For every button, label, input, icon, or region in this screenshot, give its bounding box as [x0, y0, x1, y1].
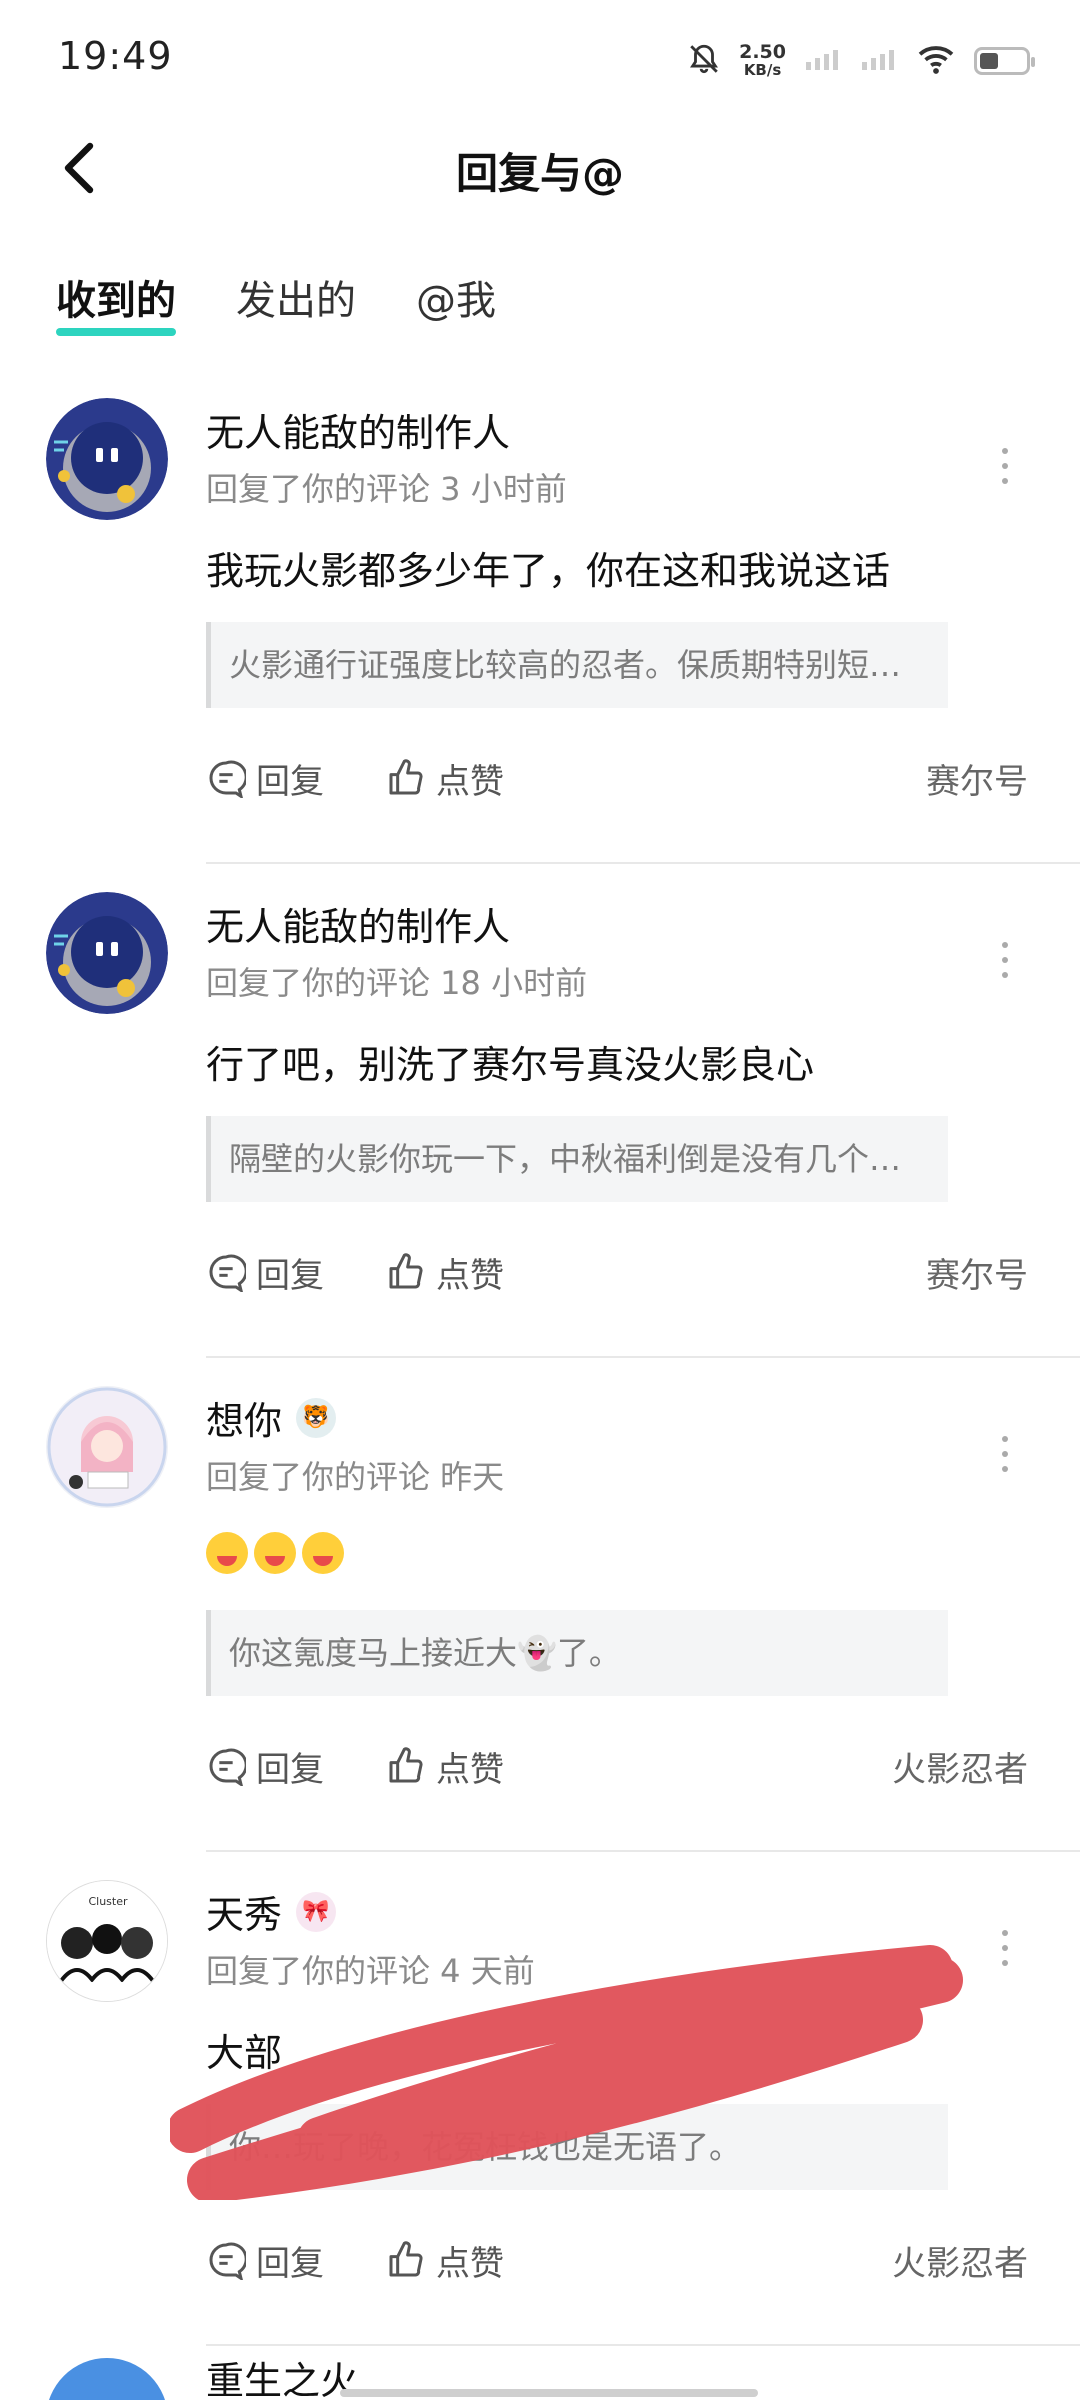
wifi-icon — [916, 43, 956, 79]
svg-text:Cluster: Cluster — [88, 1895, 128, 1908]
tab-bar: 收到的 发出的 @我 — [56, 268, 496, 336]
comment-meta: 回复了你的评论 4 天前 — [206, 1952, 535, 1990]
reply-label: 回复 — [256, 761, 324, 802]
like-label: 点赞 — [436, 2243, 504, 2284]
reply-button[interactable]: 回复 — [206, 2236, 324, 2285]
comment-meta: 回复了你的评论 18 小时前 — [206, 964, 588, 1002]
user-name[interactable]: 重生之火 — [206, 2350, 358, 2400]
comment-actions: 回复 点赞 赛尔号 — [206, 750, 1028, 806]
source-tag[interactable]: 赛尔号 — [926, 1248, 1028, 1297]
like-button[interactable]: 点赞 — [386, 1248, 504, 1297]
crying-emoji-icon — [206, 1531, 248, 1574]
comment-text: 我玩火影都多少年了，你在这和我说这话 — [206, 549, 891, 593]
manga-group-avatar-icon: Cluster — [47, 1881, 167, 2001]
thumbs-up-icon — [389, 2241, 423, 2277]
reply-bubble-icon — [209, 2242, 246, 2280]
reply-label: 回复 — [256, 2243, 324, 2284]
reply-label: 回复 — [256, 1255, 324, 1296]
user-name[interactable]: 天秀 — [206, 1884, 282, 1939]
more-menu-button[interactable] — [990, 1424, 1020, 1484]
source-tag[interactable]: 火影忍者 — [892, 2236, 1028, 2285]
quoted-comment[interactable]: 你这氪度马上接近大👻了。 — [206, 1610, 948, 1696]
battery-icon — [974, 47, 1035, 75]
anime-girl-avatar-icon — [47, 1387, 167, 1507]
speed-value: 2.50 — [739, 41, 786, 63]
comment-meta: 回复了你的评论 昨天 — [206, 1458, 505, 1496]
crying-emoji-icon — [302, 1531, 344, 1574]
robot-avatar-icon — [46, 892, 168, 1014]
like-button[interactable]: 点赞 — [386, 754, 504, 803]
comment-text: 行了吧，别洗了赛尔号真没火影良心 — [206, 1043, 815, 1087]
thumbs-up-icon — [389, 1253, 423, 1289]
header: 回复与@ — [0, 110, 1080, 230]
comment-actions: 回复 点赞 火影忍者 — [206, 1738, 1028, 1794]
comment-actions: 回复 点赞 火影忍者 — [206, 2232, 1028, 2288]
avatar[interactable] — [46, 398, 168, 520]
comment-list: 无人能敌的制作人 回复了你的评论 3 小时前 我玩火影都多少年了，你在这和我说这… — [0, 370, 1080, 2346]
more-menu-button[interactable] — [990, 436, 1020, 496]
reply-bubble-icon — [209, 760, 246, 798]
thumbs-up-icon — [389, 759, 423, 795]
name-row: 无人能敌的制作人 — [206, 402, 510, 457]
avatar[interactable] — [46, 1386, 168, 1508]
tab-received[interactable]: 收到的 — [56, 268, 176, 336]
reply-button[interactable]: 回复 — [206, 1248, 324, 1297]
tab-sent[interactable]: 发出的 — [236, 268, 356, 336]
name-row: 无人能敌的制作人 — [206, 896, 510, 951]
user-name[interactable]: 无人能敌的制作人 — [206, 896, 510, 951]
reply-label: 回复 — [256, 1749, 324, 1790]
user-badge-icon: 🎀 — [296, 1891, 337, 1932]
user-name[interactable]: 想你 — [206, 1390, 282, 1445]
comment-item[interactable]: 无人能敌的制作人 回复了你的评论 18 小时前 行了吧，别洗了赛尔号真没火影良心… — [0, 864, 1080, 1358]
status-bar: 19:49 2.50 KB/s — [0, 0, 1080, 110]
comment-item[interactable]: 想你 🐯 回复了你的评论 昨天 你这氪度马上接近大👻了。 回复 点赞 火影忍者 — [0, 1358, 1080, 1852]
comment-text — [206, 1528, 350, 1574]
comment-item[interactable]: 无人能敌的制作人 回复了你的评论 3 小时前 我玩火影都多少年了，你在这和我说这… — [0, 370, 1080, 864]
like-button[interactable]: 点赞 — [386, 1742, 504, 1791]
name-row: 想你 🐯 — [206, 1390, 337, 1445]
user-badge-icon: 🐯 — [296, 1397, 337, 1438]
user-name[interactable]: 无人能敌的制作人 — [206, 402, 510, 457]
avatar[interactable] — [46, 2358, 168, 2400]
more-menu-button[interactable] — [990, 1918, 1020, 1978]
like-label: 点赞 — [436, 761, 504, 802]
thumbs-up-icon — [389, 1747, 423, 1783]
source-tag[interactable]: 赛尔号 — [926, 754, 1028, 803]
comment-actions: 回复 点赞 赛尔号 — [206, 1244, 1028, 1300]
quoted-comment[interactable]: 火影通行证强度比较高的忍者。保质期特别短… — [206, 622, 948, 708]
like-label: 点赞 — [436, 1255, 504, 1296]
tab-mentions[interactable]: @我 — [416, 268, 496, 336]
home-indicator[interactable] — [340, 2389, 758, 2397]
reply-button[interactable]: 回复 — [206, 1742, 324, 1791]
signal-icon-2 — [860, 48, 898, 74]
speed-unit: KB/s — [743, 61, 782, 79]
page-title: 回复与@ — [455, 149, 624, 198]
reply-bubble-icon — [209, 1748, 246, 1786]
more-menu-button[interactable] — [990, 930, 1020, 990]
mute-bell-icon — [687, 42, 721, 80]
like-button[interactable]: 点赞 — [386, 2236, 504, 2285]
status-icons: 2.50 KB/s — [687, 36, 1035, 86]
network-speed: 2.50 KB/s — [739, 41, 786, 80]
status-time: 19:49 — [58, 34, 173, 78]
robot-avatar-icon — [46, 398, 168, 520]
avatar[interactable] — [46, 892, 168, 1014]
reply-bubble-icon — [209, 1254, 246, 1292]
comment-text: 大部 — [206, 2031, 283, 2075]
reply-button[interactable]: 回复 — [206, 754, 324, 803]
crying-emoji-icon — [254, 1531, 296, 1574]
avatar[interactable]: Cluster — [46, 1880, 168, 2002]
comment-item[interactable]: Cluster 天秀 🎀 回复了你的评论 4 天前 大部 你…玩了晚，花冤枉钱也… — [0, 1852, 1080, 2346]
signal-icon — [804, 48, 842, 74]
quoted-comment[interactable]: 你…玩了晚，花冤枉钱也是无语了。 — [206, 2104, 948, 2190]
source-tag[interactable]: 火影忍者 — [892, 1742, 1028, 1791]
quoted-comment[interactable]: 隔壁的火影你玩一下，中秋福利倒是没有几个… — [206, 1116, 948, 1202]
comment-meta: 回复了你的评论 3 小时前 — [206, 470, 567, 508]
like-label: 点赞 — [436, 1749, 504, 1790]
name-row: 天秀 🎀 — [206, 1884, 337, 1939]
